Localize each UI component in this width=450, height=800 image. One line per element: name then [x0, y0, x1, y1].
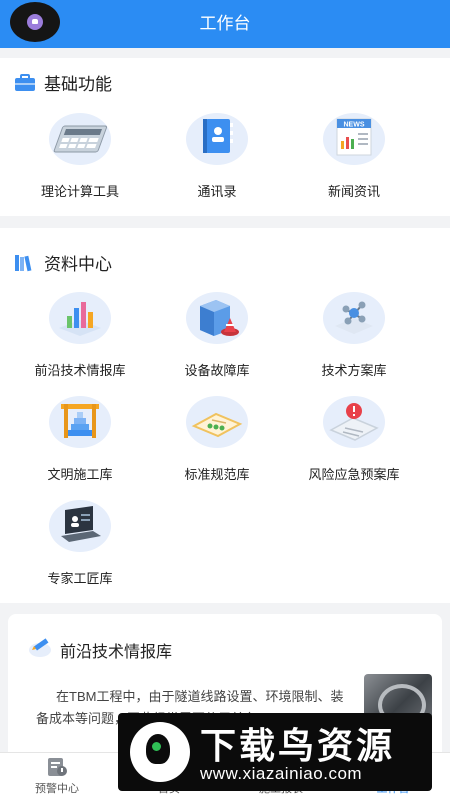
tab-label: 预警中心 [35, 783, 79, 795]
laptop-expert-icon [49, 500, 111, 552]
bar-chart-icon [49, 292, 111, 344]
section-header: 基础功能 [14, 70, 112, 95]
document-board-icon [186, 396, 248, 448]
contacts-button[interactable]: 通讯录 [142, 113, 292, 200]
contacts-book-icon [186, 113, 248, 165]
risk-emergency-label: 风险应急预案库 [308, 467, 400, 482]
section-header: 资料中心 [14, 250, 112, 275]
calculator-tool-button[interactable]: 理论计算工具 [5, 113, 155, 200]
civil-construction-button[interactable]: 文明施工库 [5, 396, 155, 483]
equipment-fault-label: 设备故障库 [184, 363, 250, 378]
news-card-title: 前沿技术情报库 [60, 644, 173, 661]
frontier-tech-button[interactable]: 前沿技术情报库 [5, 292, 155, 379]
news-label: 新闻资讯 [327, 184, 380, 199]
tab-warning-center[interactable]: 预警中心 [2, 753, 112, 800]
server-alert-icon [186, 292, 248, 344]
resource-center-section: 资料中心 前沿技术情报库 设备故障库 技术方案库 文明施工库 标准规范库 风险应… [0, 228, 450, 603]
tech-plan-label: 技术方案库 [321, 363, 387, 378]
pencil-ruler-icon [28, 636, 52, 658]
warning-center-icon [46, 757, 68, 777]
watermark-url: www.xiazainiao.com [200, 764, 363, 783]
basic-functions-section: 基础功能 理论计算工具 通讯录 NEWS 新闻资讯 [0, 58, 450, 216]
page-title: 工作台 [199, 14, 251, 33]
watermark-title: 下载鸟资源 [200, 725, 396, 766]
section-title: 资料中心 [44, 255, 112, 274]
warning-document-icon [323, 396, 385, 448]
expert-craftsman-label: 专家工匠库 [47, 571, 113, 586]
newspaper-icon: NEWS [323, 113, 385, 165]
construction-stairs-icon [49, 396, 111, 448]
tech-plan-button[interactable]: 技术方案库 [279, 292, 429, 379]
standards-button[interactable]: 标准规范库 [142, 396, 292, 483]
frontier-tech-label: 前沿技术情报库 [34, 363, 126, 378]
section-title: 基础功能 [44, 75, 112, 94]
risk-emergency-button[interactable]: 风险应急预案库 [279, 396, 429, 483]
svg-text:NEWS: NEWS [344, 122, 365, 129]
equipment-fault-button[interactable]: 设备故障库 [142, 292, 292, 379]
calculator-icon [49, 113, 111, 165]
top-bar: 工作台 [0, 0, 450, 48]
expert-craftsman-button[interactable]: 专家工匠库 [5, 500, 155, 587]
civil-construction-label: 文明施工库 [47, 467, 113, 482]
molecule-icon [323, 292, 385, 344]
standards-label: 标准规范库 [184, 467, 250, 482]
books-icon [14, 254, 36, 272]
calculator-tool-label: 理论计算工具 [40, 184, 119, 199]
watermark-banner: 下载鸟资源 www.xiazainiao.com [118, 713, 432, 791]
bird-logo-icon [130, 722, 190, 782]
briefcase-icon [14, 73, 36, 92]
contacts-label: 通讯录 [197, 184, 237, 199]
news-button[interactable]: NEWS 新闻资讯 [279, 113, 429, 200]
